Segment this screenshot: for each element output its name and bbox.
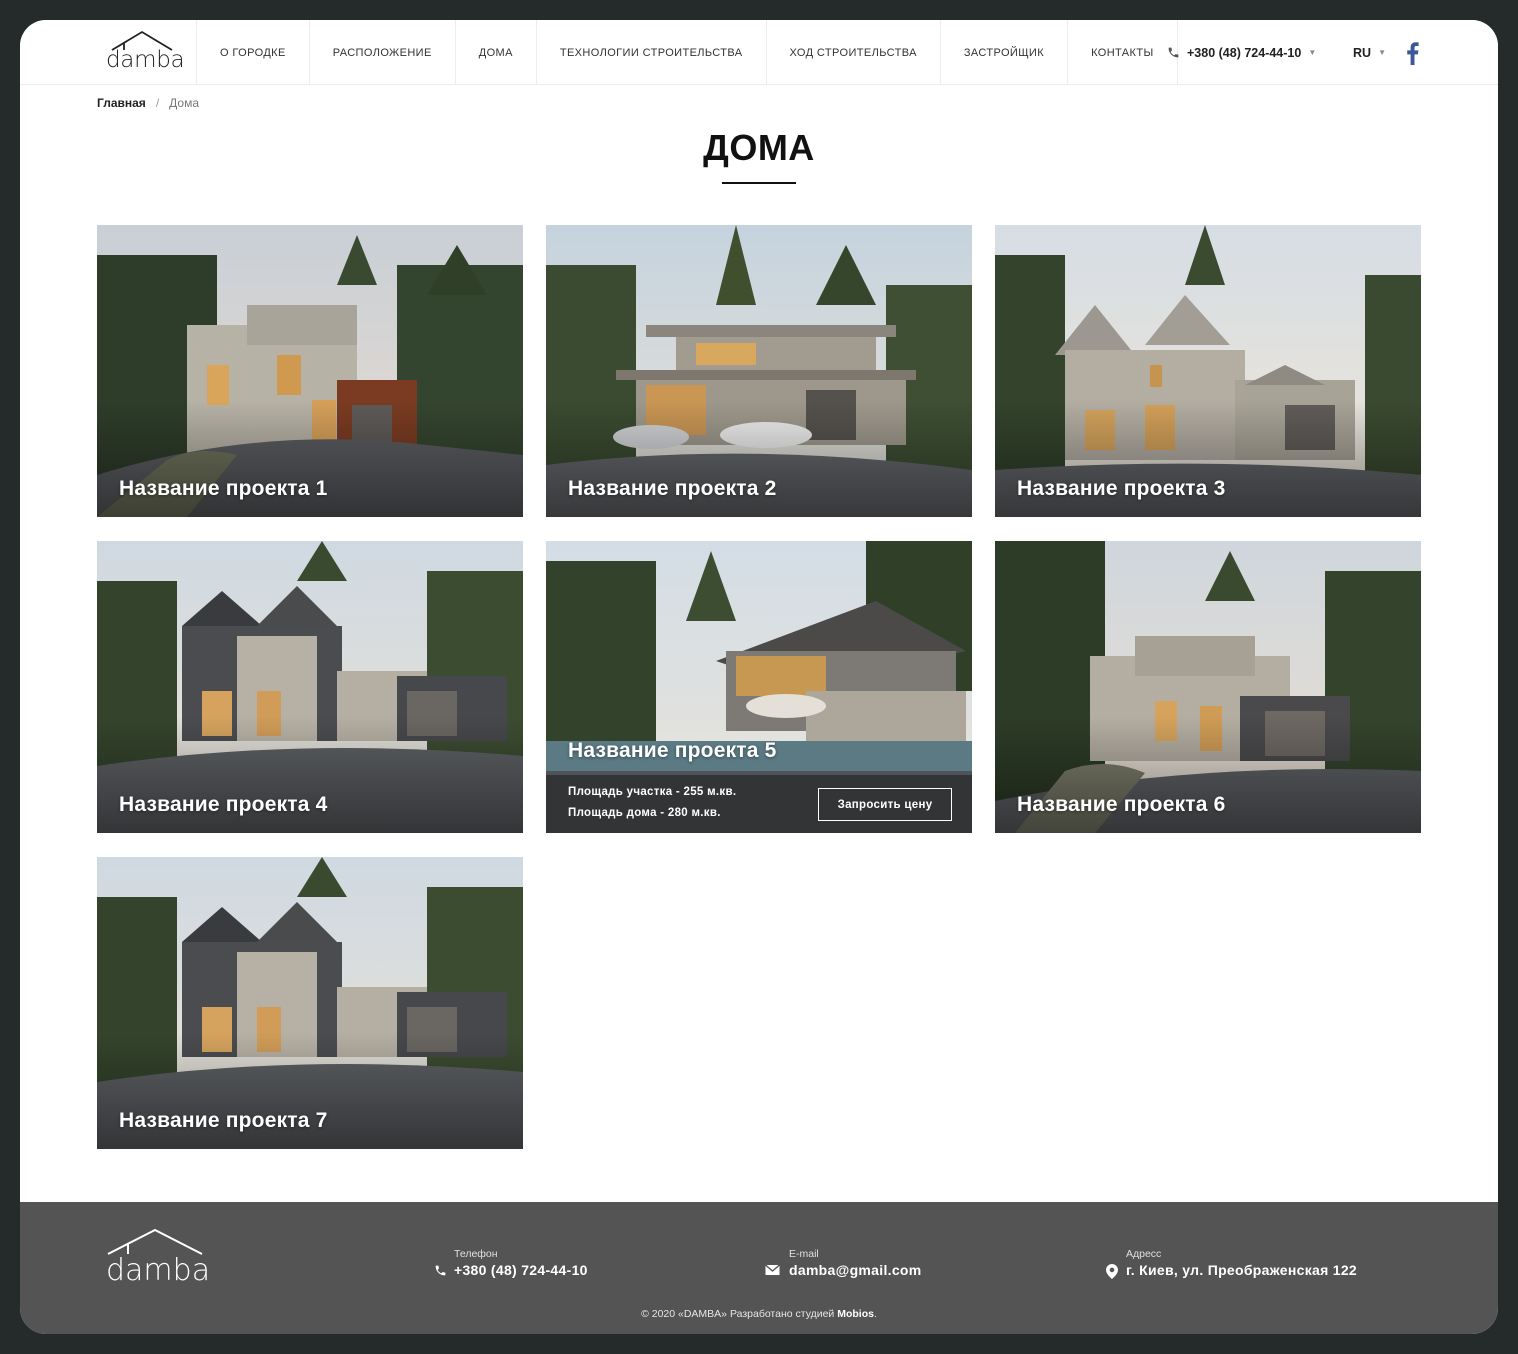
project-title: Название проекта 5: [568, 739, 777, 762]
facebook-link[interactable]: [1404, 41, 1420, 65]
language-value: RU: [1353, 45, 1372, 60]
project-image: [995, 541, 1421, 833]
project-card-6[interactable]: Название проекта 6: [995, 541, 1421, 833]
footer-address-value: г. Киев, ул. Преображенская 122: [1126, 1262, 1358, 1278]
breadcrumb: Главная / Дома: [97, 96, 199, 110]
house-area: Площадь дома - 280 м.кв.: [568, 807, 721, 819]
project-title: Название проекта 2: [568, 477, 777, 500]
breadcrumb-separator: /: [155, 96, 160, 110]
project-title: Название проекта 3: [1017, 477, 1226, 500]
nav-item-houses[interactable]: Дома: [454, 20, 536, 85]
request-price-button[interactable]: Запросить цену: [818, 788, 952, 821]
project-card-4[interactable]: Название проекта 4: [97, 541, 523, 833]
title-underline: [722, 182, 796, 184]
footer-phone-value[interactable]: +380 (48) 724-44-10: [454, 1262, 588, 1278]
footer-email-value[interactable]: damba@gmail.com: [789, 1262, 922, 1278]
studio-link[interactable]: Mobios: [837, 1308, 874, 1320]
facebook-icon: [1407, 42, 1419, 65]
footer-email-label: E-mail: [789, 1248, 819, 1260]
project-title: Название проекта 1: [119, 477, 328, 500]
header-phone-dropdown[interactable]: +380 (48) 724-44-10 ▼: [1167, 20, 1316, 85]
footer-phone-label: Телефон: [454, 1248, 498, 1260]
nav-item-progress[interactable]: Ход строительства: [765, 20, 940, 85]
breadcrumb-current: Дома: [169, 96, 200, 110]
logo[interactable]: damba: [106, 30, 185, 76]
copyright: © 2020 «DAMBA» Разработано студией Mobio…: [20, 1308, 1498, 1320]
project-card-3[interactable]: Название проекта 3: [995, 225, 1421, 517]
copyright-text: © 2020 «DAMBA» Разработано студией: [641, 1308, 835, 1320]
breadcrumb-home-link[interactable]: Главная: [97, 96, 146, 110]
project-info-panel: Площадь участка - 255 м.кв. Площадь дома…: [546, 775, 972, 833]
phone-icon: [435, 1265, 446, 1276]
copyright-end: .: [873, 1308, 877, 1320]
project-image: [97, 541, 523, 833]
site-header: damba О городке Расположение Дома Технол…: [20, 20, 1498, 85]
footer-address-label: Адресс: [1126, 1248, 1162, 1260]
project-title: Название проекта 6: [1017, 793, 1226, 816]
header-phone-number: +380 (48) 724-44-10: [1187, 45, 1302, 60]
nav-item-about[interactable]: О городке: [196, 20, 309, 85]
logo-text: damba: [106, 47, 185, 73]
footer-logo[interactable]: damba: [106, 1228, 211, 1290]
project-image: [97, 857, 523, 1149]
phone-icon: [1168, 47, 1179, 58]
project-card-7[interactable]: Название проекта 7: [97, 857, 523, 1149]
envelope-icon: [765, 1264, 780, 1275]
project-card-1[interactable]: Название проекта 1: [97, 225, 523, 517]
project-image: [546, 225, 972, 517]
project-card-5[interactable]: Название проекта 5 Площадь участка - 255…: [546, 541, 972, 833]
page-title: ДОМА: [703, 127, 815, 168]
project-image: [97, 225, 523, 517]
nav-item-contacts[interactable]: Контакты: [1067, 20, 1178, 85]
nav-item-developer[interactable]: Застройщик: [939, 20, 1067, 85]
main-nav: О городке Расположение Дома Технологии с…: [196, 20, 1178, 85]
location-pin-icon: [1106, 1264, 1118, 1279]
nav-item-location[interactable]: Расположение: [308, 20, 455, 85]
footer-logo-text: damba: [106, 1253, 211, 1288]
page-frame: damba О городке Расположение Дома Технол…: [20, 20, 1498, 1334]
plot-area: Площадь участка - 255 м.кв.: [568, 786, 737, 798]
project-title: Название проекта 4: [119, 793, 328, 816]
project-image: [995, 225, 1421, 517]
site-footer: damba Телефон +380 (48) 724-44-10 E-mail…: [20, 1202, 1498, 1334]
nav-item-technologies[interactable]: Технологии строительства: [535, 20, 766, 85]
chevron-down-icon: ▼: [1308, 48, 1317, 57]
project-card-2[interactable]: Название проекта 2: [546, 225, 972, 517]
chevron-down-icon: ▼: [1378, 48, 1386, 57]
language-select[interactable]: RU ▼: [1353, 20, 1386, 85]
project-title: Название проекта 7: [119, 1109, 328, 1132]
